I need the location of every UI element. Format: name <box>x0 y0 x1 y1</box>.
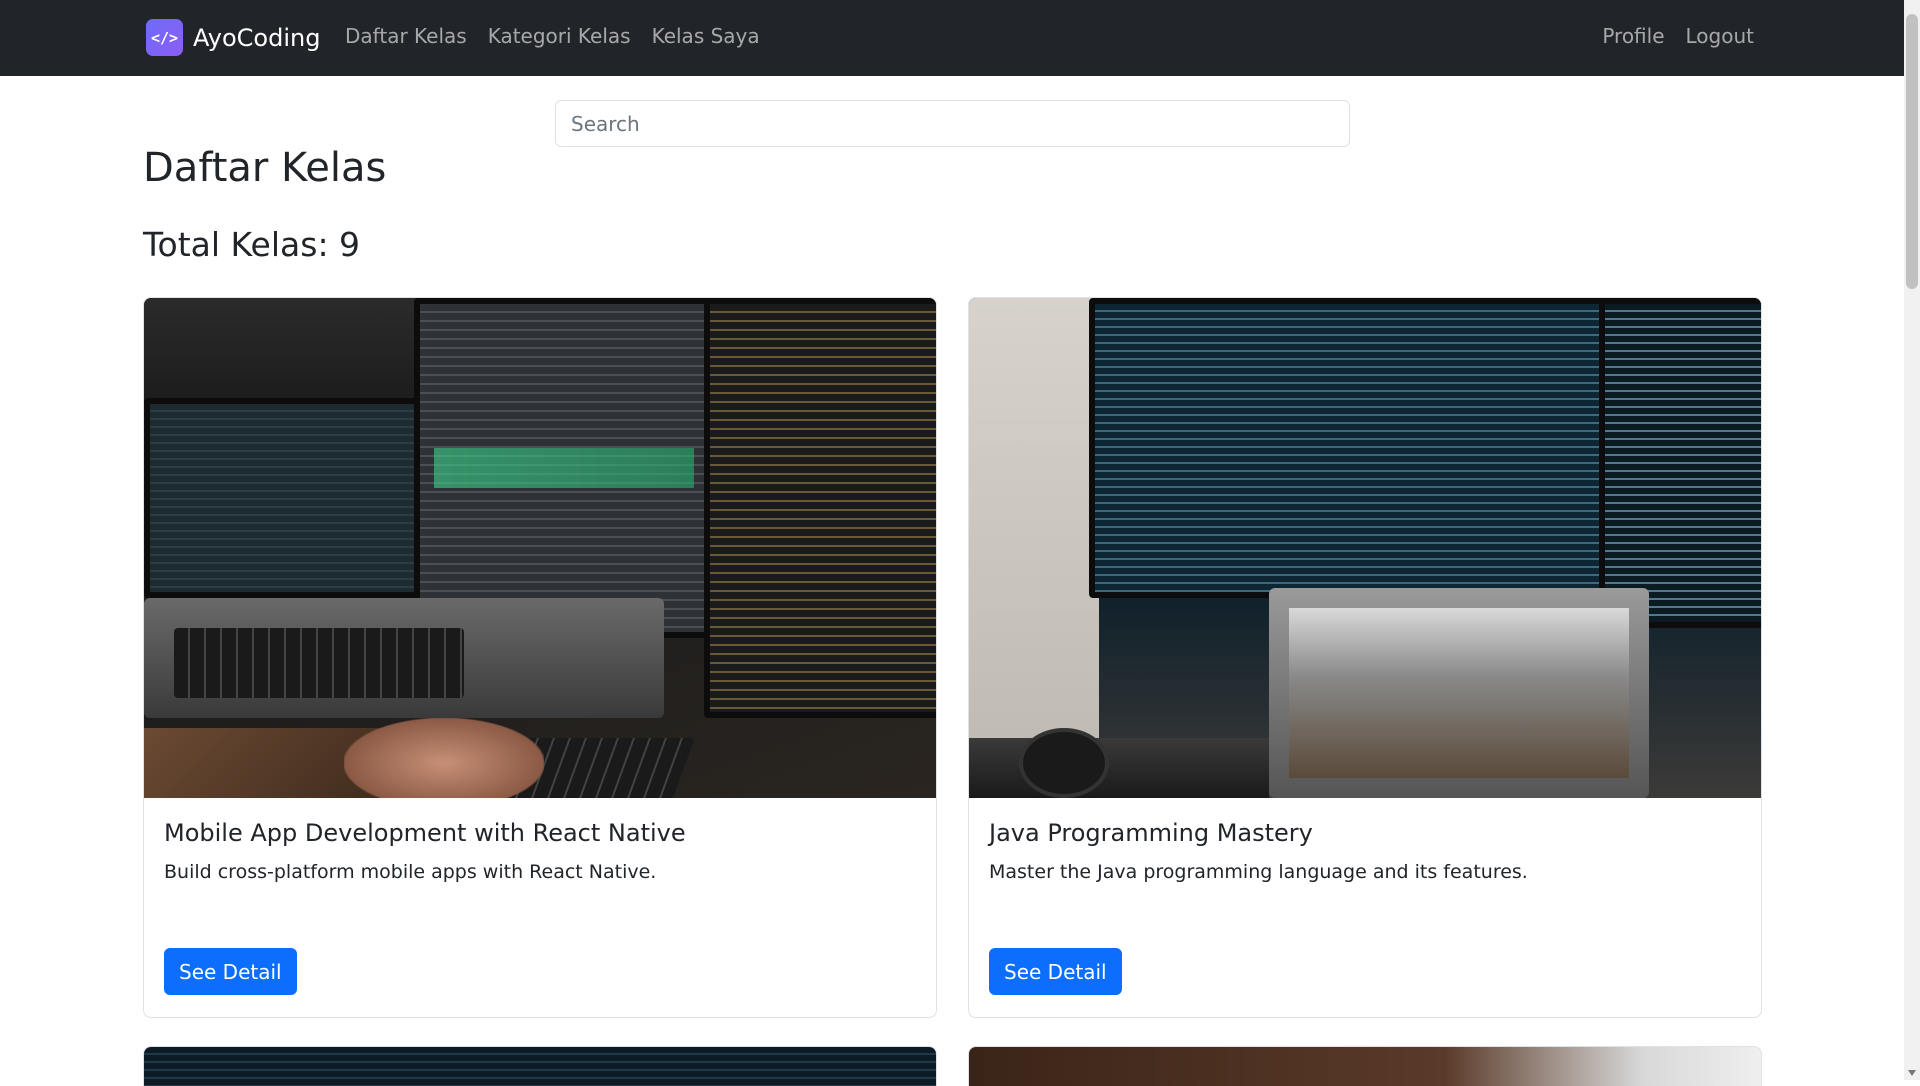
search-input[interactable] <box>555 100 1350 147</box>
course-card: Java Programming Mastery Master the Java… <box>968 297 1762 1018</box>
nav-right: Profile Logout <box>1602 24 1754 48</box>
nav-link-profile[interactable]: Profile <box>1602 24 1664 48</box>
see-detail-button[interactable]: See Detail <box>989 948 1122 995</box>
code-icon: </> <box>146 19 183 56</box>
course-card: Mobile App Development with React Native… <box>143 297 937 1018</box>
course-card-image-partial <box>143 1046 937 1086</box>
nav-links: Daftar Kelas Kategori Kelas Kelas Saya <box>345 24 760 48</box>
course-image <box>144 298 936 798</box>
page-title: Daftar Kelas <box>143 145 387 191</box>
nav-link-logout[interactable]: Logout <box>1686 24 1754 48</box>
navbar: </> AyoCoding Daftar Kelas Kategori Kela… <box>0 0 1904 76</box>
course-image <box>969 298 1761 798</box>
nav-link-kategori-kelas[interactable]: Kategori Kelas <box>488 24 631 48</box>
course-title: Mobile App Development with React Native <box>164 819 686 847</box>
brand[interactable]: </> AyoCoding <box>146 19 320 56</box>
card-body: Java Programming Mastery Master the Java… <box>969 798 1761 1017</box>
brand-name: AyoCoding <box>193 23 321 52</box>
course-description: Build cross-platform mobile apps with Re… <box>164 861 657 883</box>
course-title: Java Programming Mastery <box>989 819 1313 847</box>
nav-link-kelas-saya[interactable]: Kelas Saya <box>652 24 760 48</box>
scrollbar[interactable] <box>1904 0 1920 1080</box>
scroll-down-icon[interactable] <box>1908 1070 1916 1076</box>
total-kelas: Total Kelas: 9 <box>143 225 361 264</box>
see-detail-button[interactable]: See Detail <box>164 948 297 995</box>
course-card-image-partial <box>968 1046 1762 1086</box>
headphones-decor <box>1019 728 1109 798</box>
card-body: Mobile App Development with React Native… <box>144 798 936 1017</box>
course-description: Master the Java programming language and… <box>989 861 1528 883</box>
scrollbar-thumb[interactable] <box>1906 14 1918 289</box>
nav-link-daftar-kelas[interactable]: Daftar Kelas <box>345 24 467 48</box>
